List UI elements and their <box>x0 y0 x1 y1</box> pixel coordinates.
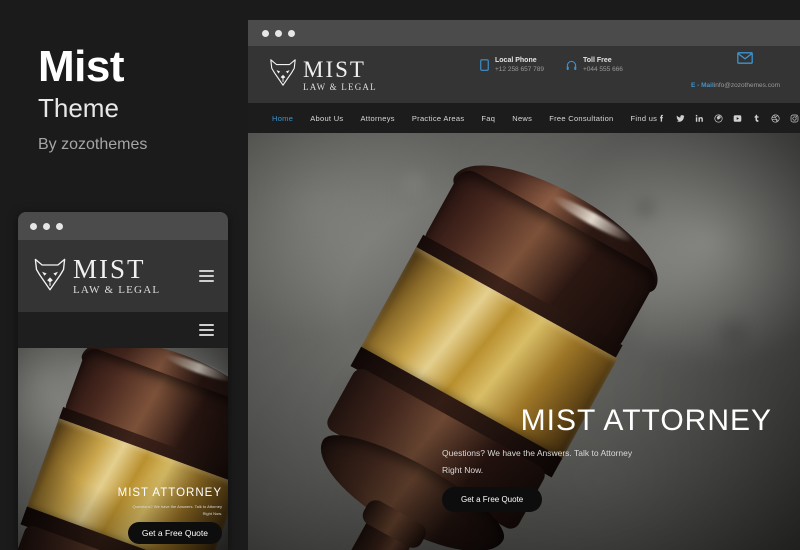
wolf-head-icon <box>32 256 68 297</box>
contact-local-phone[interactable]: Local Phone +12 258 657 789 <box>480 57 544 74</box>
contact-label: Toll Free <box>582 57 612 64</box>
mobile-site-logo[interactable]: MIST LAW & LEGAL <box>32 256 160 297</box>
screenshot-root: Mist Theme By zozothemes MIST LAW & LEGA… <box>0 0 800 550</box>
hero-title: MIST ATTORNEY <box>520 404 772 437</box>
mobile-phone-icon <box>480 59 489 72</box>
headset-icon <box>566 60 577 71</box>
hero-subtitle-line1: Questions? We have the Answers. Talk to … <box>442 448 633 458</box>
main-navigation: Home About Us Attorneys Practice Areas F… <box>248 103 800 133</box>
mobile-titlebar <box>18 212 228 240</box>
email-value: info@zozothemes.com <box>713 82 780 89</box>
get-a-free-quote-button[interactable]: Get a Free Quote <box>442 487 543 512</box>
minimize-dot[interactable] <box>275 29 282 37</box>
mobile-preview-window: MIST LAW & LEGAL MIST ATTORNEY Questions… <box>18 212 228 550</box>
nav-item-faq[interactable]: Faq <box>481 114 495 123</box>
site-header: MIST LAW & LEGAL Local Phone +12 258 657… <box>248 46 800 103</box>
youtube-icon[interactable] <box>733 114 742 123</box>
email-label: E - Mail <box>691 82 714 89</box>
logo-name: MIST <box>73 254 146 284</box>
wolf-head-icon <box>268 57 298 92</box>
hero-subtitle: Questions? We have the Answers. Talk to … <box>442 445 632 479</box>
nav-item-practice-areas[interactable]: Practice Areas <box>412 114 465 123</box>
logo-wordmark: MIST LAW & LEGAL <box>303 58 377 92</box>
contact-value: +12 258 657 789 <box>495 65 544 73</box>
hero-subtitle-line2: Right Now. <box>442 465 484 475</box>
mobile-navigation-bar <box>18 312 228 348</box>
nav-item-news[interactable]: News <box>512 114 532 123</box>
hero-content: MIST ATTORNEY Questions? We have the Ans… <box>442 406 772 512</box>
maximize-dot[interactable] <box>288 29 295 37</box>
hero-subtitle-line1: Questions? We have the Answers. Talk to … <box>132 503 222 509</box>
page-title: Mist <box>38 42 125 91</box>
theme-author: By zozothemes <box>38 136 148 153</box>
facebook-icon[interactable] <box>657 114 666 123</box>
mobile-hero-content: MIST ATTORNEY Questions? We have the Ans… <box>62 488 222 544</box>
nav-item-about-us[interactable]: About Us <box>310 114 343 123</box>
instagram-icon[interactable] <box>790 114 799 123</box>
contact-label: Local Phone <box>495 57 537 64</box>
close-dot[interactable] <box>30 222 37 230</box>
header-email[interactable]: E - Mailinfo@zozothemes.com <box>691 82 780 89</box>
minimize-dot[interactable] <box>43 222 50 230</box>
mobile-site-header: MIST LAW & LEGAL <box>18 240 228 312</box>
desktop-titlebar <box>248 20 800 46</box>
nav-item-attorneys[interactable]: Attorneys <box>360 114 394 123</box>
contact-list: Local Phone +12 258 657 789 Toll Free +0… <box>480 57 623 74</box>
nav-item-home[interactable]: Home <box>272 114 293 123</box>
contact-value: +044 555 666 <box>582 65 623 73</box>
header-contacts: Local Phone +12 258 657 789 Toll Free +0… <box>480 46 790 103</box>
desktop-preview-window: MIST LAW & LEGAL Local Phone +12 258 657… <box>248 20 800 550</box>
pinterest-icon[interactable] <box>714 113 723 123</box>
close-dot[interactable] <box>262 29 269 37</box>
window-controls[interactable] <box>262 29 295 37</box>
nav-link-list: Home About Us Attorneys Practice Areas F… <box>272 114 657 123</box>
mobile-hero-section: MIST ATTORNEY Questions? We have the Ans… <box>18 348 228 550</box>
hero-section: MIST ATTORNEY Questions? We have the Ans… <box>248 133 800 550</box>
nav-item-free-consultation[interactable]: Free Consultation <box>549 114 613 123</box>
theme-subtitle: Theme <box>38 93 119 123</box>
logo-name: MIST <box>303 56 366 82</box>
twitter-icon[interactable] <box>676 114 685 123</box>
hero-subtitle-line2: Right Now. <box>202 511 222 517</box>
hero-subtitle: Questions? We have the Answers. Talk to … <box>62 503 222 518</box>
logo-tagline: LAW & LEGAL <box>303 81 377 92</box>
linkedin-icon[interactable] <box>695 114 704 123</box>
get-a-free-quote-button[interactable]: Get a Free Quote <box>127 522 222 544</box>
hero-title: MIST ATTORNEY <box>117 487 222 500</box>
maximize-dot[interactable] <box>56 222 63 230</box>
dribbble-icon[interactable] <box>771 113 780 123</box>
site-logo[interactable]: MIST LAW & LEGAL <box>268 57 377 92</box>
envelope-icon <box>737 51 753 69</box>
hamburger-menu-icon[interactable] <box>199 324 214 336</box>
tumblr-icon[interactable] <box>752 114 761 123</box>
nav-item-find-us[interactable]: Find us <box>631 114 658 123</box>
mobile-logo-wordmark: MIST LAW & LEGAL <box>73 256 160 296</box>
mobile-window-controls[interactable] <box>30 222 63 230</box>
contact-toll-free[interactable]: Toll Free +044 555 666 <box>566 57 623 74</box>
logo-tagline: LAW & LEGAL <box>73 284 161 296</box>
social-links <box>657 113 800 123</box>
hamburger-menu-icon[interactable] <box>199 270 214 282</box>
